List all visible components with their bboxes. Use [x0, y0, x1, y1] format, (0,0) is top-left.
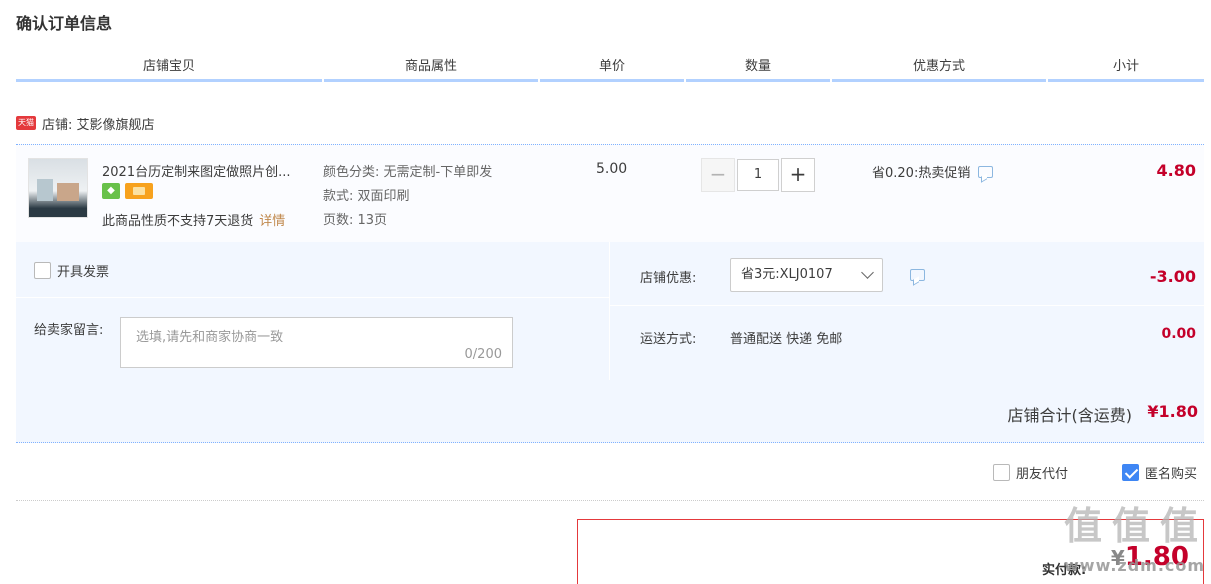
invoice-checkbox[interactable]: [34, 262, 51, 279]
anonymous-buy-checkbox[interactable]: [1122, 464, 1139, 481]
friend-pay-option[interactable]: 朋友代付: [993, 463, 1068, 482]
shop-total-label: 店铺合计(含运费): [1007, 406, 1133, 425]
column-headers: 店铺宝贝 商品属性 单价 数量 优惠方式 小计: [16, 56, 1204, 82]
product-thumbnail[interactable]: [28, 158, 88, 218]
watermark-logo: 值 值 值 www.zdm.com: [1063, 504, 1206, 575]
shop-discount-label: 店铺优惠:: [640, 271, 697, 286]
shipping-label: 运送方式:: [640, 332, 697, 347]
shop-discount-value: -3.00: [1149, 267, 1196, 286]
shipping-price: 0.00: [1161, 326, 1196, 342]
column-header-price: 单价: [540, 56, 684, 82]
order-item: 2021台历定制来图定做照片创... ◆ 此商品性质不支持7天退货 详情 颜色分类…: [16, 144, 1204, 242]
column-header-quantity: 数量: [686, 56, 830, 82]
no-return-notice: 此商品性质不支持7天退货 详情: [102, 214, 286, 229]
page-title: 确认订单信息: [16, 14, 113, 33]
invoice-option[interactable]: 开具发票: [34, 261, 109, 280]
comment-icon[interactable]: [910, 269, 925, 281]
column-header-subtotal: 小计: [1048, 56, 1204, 82]
shop-name[interactable]: 店铺: 艾影像旗舰店: [42, 114, 155, 133]
message-char-count: 0/200: [464, 347, 502, 362]
message-label: 给卖家留言:: [34, 323, 104, 338]
divider: [16, 500, 1204, 501]
column-header-attributes: 商品属性: [324, 56, 538, 82]
attribute-pages: 页数: 13页: [323, 213, 388, 228]
credit-card-icon: [125, 183, 153, 199]
message-placeholder: 选填,请先和商家协商一致: [136, 330, 284, 345]
unit-price: 5.00: [596, 161, 628, 177]
friend-pay-label: 朋友代付: [1016, 467, 1069, 482]
anonymous-buy-option[interactable]: 匿名购买: [1122, 463, 1197, 482]
column-header-item: 店铺宝贝: [16, 56, 322, 82]
comment-icon[interactable]: [978, 165, 994, 178]
attribute-color: 颜色分类: 无需定制-下单即发: [323, 165, 493, 180]
detail-link[interactable]: 详情: [259, 214, 285, 229]
column-header-promotion: 优惠方式: [832, 56, 1046, 82]
shop-line: 天猫 店铺: 艾影像旗舰店: [16, 113, 155, 133]
quantity-stepper: − 1 +: [701, 158, 815, 192]
shop-total: 店铺合计(含运费) ¥1.80: [16, 380, 1204, 443]
anonymous-buy-label: 匿名购买: [1145, 467, 1198, 482]
product-name[interactable]: 2021台历定制来图定做照片创...: [102, 161, 312, 180]
tmall-icon: 天猫: [16, 116, 36, 130]
friend-pay-checkbox[interactable]: [993, 464, 1010, 481]
quantity-minus-button[interactable]: −: [701, 158, 735, 192]
promotion: 省0.20:热卖促销: [872, 162, 994, 181]
shop-total-value: ¥1.80: [1147, 402, 1198, 421]
shop-discount-select[interactable]: 省3元:XLJ0107: [730, 258, 883, 292]
seller-message-input[interactable]: 选填,请先和商家协商一致 0/200: [120, 317, 513, 368]
shipping-method: 普通配送 快递 免邮: [730, 332, 843, 347]
invoice-label: 开具发票: [57, 265, 110, 280]
chevron-down-icon: [861, 266, 874, 279]
item-subtotal: 4.80: [1156, 161, 1196, 180]
tmall-service-icon: ◆: [102, 183, 120, 199]
attribute-style: 款式: 双面印刷: [323, 189, 410, 204]
quantity-input[interactable]: 1: [737, 159, 779, 191]
promotion-text: 省0.20:热卖促销: [872, 166, 971, 181]
quantity-plus-button[interactable]: +: [781, 158, 815, 192]
order-options: 开具发票 给卖家留言: 选填,请先和商家协商一致 0/200 店铺优惠: 省3元…: [16, 242, 1204, 380]
